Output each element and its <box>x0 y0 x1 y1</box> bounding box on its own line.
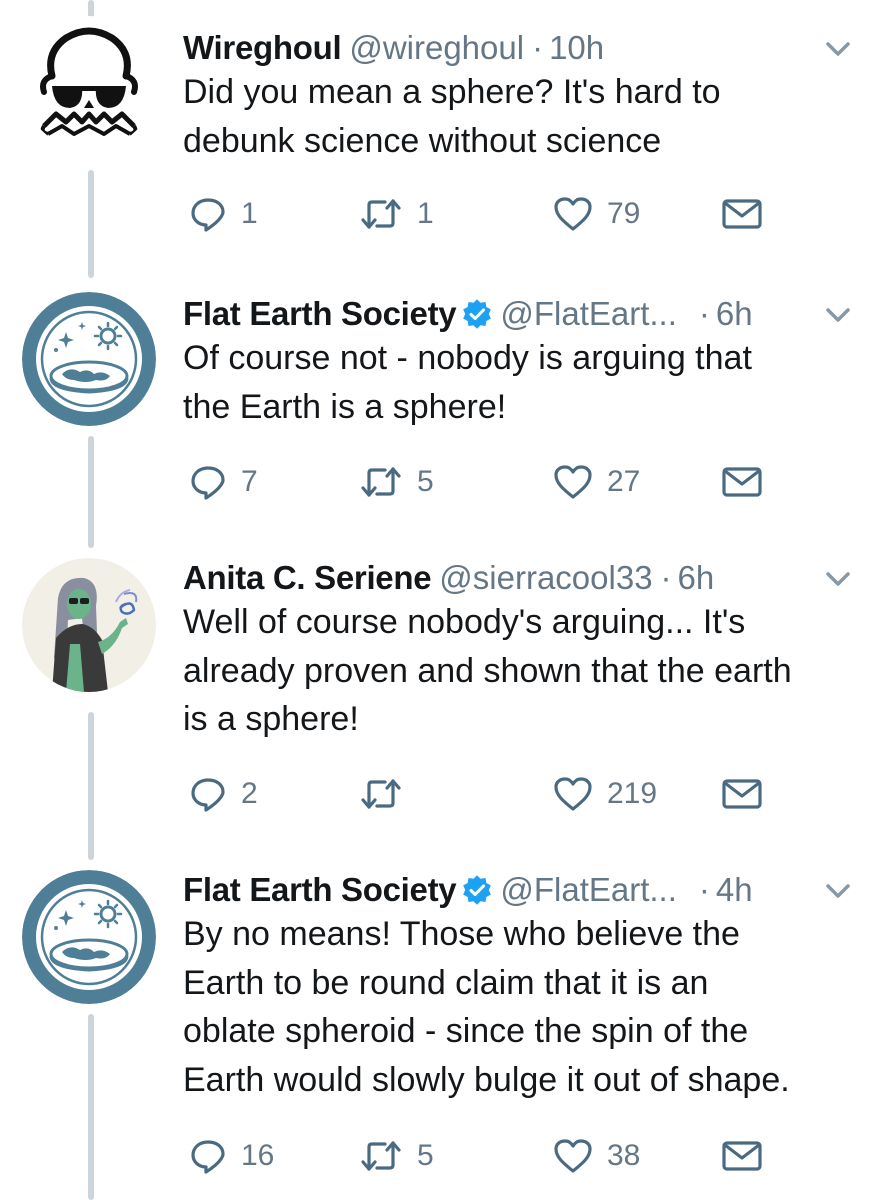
retweet-button[interactable] <box>359 770 417 818</box>
reply-count: 1 <box>241 197 258 230</box>
reply-count: 2 <box>241 777 258 810</box>
retweet-icon <box>361 1141 401 1171</box>
direct-message-button[interactable] <box>721 1132 763 1180</box>
tweet-header: Flat Earth Society @FlatEart... · 6h <box>183 290 753 338</box>
tweet-header: Anita C. Seriene @sierracool33 · 6h <box>183 554 714 602</box>
retweet-button[interactable]: 1 <box>359 190 434 238</box>
reply-button[interactable]: 7 <box>189 458 258 506</box>
action-bar: 2 219 <box>183 770 783 818</box>
retweet-count: 5 <box>417 465 434 498</box>
avatar[interactable] <box>22 16 156 150</box>
separator-dot: · <box>532 29 544 66</box>
skull-icon <box>22 16 156 150</box>
flat-earth-logo-icon <box>22 292 156 426</box>
tweet-text: Did you mean a sphere? It's hard to debu… <box>183 73 721 160</box>
reply-count: 16 <box>241 1139 275 1172</box>
display-name[interactable]: Flat Earth Society <box>183 871 457 909</box>
user-handle[interactable]: @FlatEart... <box>500 295 677 333</box>
heart-icon <box>554 777 592 811</box>
reply-thread: Wireghoul @wireghoul · 10h Did you mean … <box>0 0 882 1200</box>
flat-earth-logo-icon <box>22 870 156 1004</box>
reply-icon <box>191 778 225 812</box>
heart-icon <box>554 465 592 499</box>
reply-button[interactable]: 1 <box>189 190 258 238</box>
display-name[interactable]: Anita C. Seriene <box>183 559 432 597</box>
user-handle[interactable]: @sierracool33 <box>439 559 652 597</box>
drawing-avatar-icon <box>22 558 156 692</box>
like-count: 38 <box>607 1139 641 1172</box>
chevron-down-icon[interactable] <box>822 38 854 60</box>
like-button[interactable]: 38 <box>553 1132 640 1180</box>
thread-connector <box>88 436 94 548</box>
heart-icon <box>554 197 592 231</box>
like-count: 27 <box>607 465 641 498</box>
chevron-down-icon[interactable] <box>822 880 854 902</box>
display-name[interactable]: Wireghoul <box>183 29 342 67</box>
user-handle[interactable]: @FlatEart... <box>500 871 677 909</box>
envelope-icon <box>722 467 762 497</box>
retweet-count: 1 <box>417 197 434 230</box>
separator-dot: · <box>698 295 710 332</box>
verified-badge-icon <box>463 299 492 329</box>
avatar[interactable] <box>22 558 156 692</box>
action-bar: 7 5 27 <box>183 458 783 506</box>
timestamp[interactable]: 10h <box>549 29 604 67</box>
reply-button[interactable]: 2 <box>189 770 258 818</box>
retweet-icon <box>361 779 401 809</box>
reply-icon <box>191 1140 225 1174</box>
like-count: 79 <box>607 197 641 230</box>
tweet-header: Wireghoul @wireghoul · 10h <box>183 24 604 72</box>
reply-count: 7 <box>241 465 258 498</box>
timestamp[interactable]: 4h <box>716 871 753 909</box>
tweet-text: Well of course nobody's arguing... It's … <box>183 603 792 738</box>
action-bar: 16 5 38 <box>183 1132 783 1180</box>
separator-dot: · <box>698 871 710 908</box>
verified-badge-icon <box>463 875 492 905</box>
direct-message-button[interactable] <box>721 458 763 506</box>
like-button[interactable]: 27 <box>553 458 640 506</box>
retweet-button[interactable]: 5 <box>359 1132 434 1180</box>
heart-icon <box>554 1139 592 1173</box>
tweet-text: Of course not - nobody is arguing that t… <box>183 339 752 426</box>
action-bar: 1 1 79 <box>183 190 783 238</box>
tweet-text: By no means! Those who believe the Earth… <box>183 915 790 1099</box>
thread-connector <box>88 712 94 860</box>
retweet-count: 5 <box>417 1139 434 1172</box>
thread-connector <box>88 170 94 278</box>
reply-icon <box>191 198 225 232</box>
avatar[interactable] <box>22 292 156 426</box>
direct-message-button[interactable] <box>721 770 763 818</box>
retweet-button[interactable]: 5 <box>359 458 434 506</box>
chevron-down-icon[interactable] <box>822 568 854 590</box>
display-name[interactable]: Flat Earth Society <box>183 295 457 333</box>
user-handle[interactable]: @wireghoul <box>349 29 524 67</box>
tweet-header: Flat Earth Society @FlatEart... · 4h <box>183 866 753 914</box>
timestamp[interactable]: 6h <box>716 295 753 333</box>
like-count: 219 <box>607 777 658 810</box>
retweet-icon <box>361 199 401 229</box>
envelope-icon <box>722 1141 762 1171</box>
like-button[interactable]: 219 <box>553 770 657 818</box>
reply-icon <box>191 466 225 500</box>
separator-dot: · <box>660 559 672 596</box>
thread-connector <box>88 1014 94 1200</box>
reply-button[interactable]: 16 <box>189 1132 274 1180</box>
direct-message-button[interactable] <box>721 190 763 238</box>
retweet-icon <box>361 467 401 497</box>
envelope-icon <box>722 199 762 229</box>
timestamp[interactable]: 6h <box>678 559 715 597</box>
avatar[interactable] <box>22 870 156 1004</box>
envelope-icon <box>722 779 762 809</box>
like-button[interactable]: 79 <box>553 190 640 238</box>
chevron-down-icon[interactable] <box>822 304 854 326</box>
